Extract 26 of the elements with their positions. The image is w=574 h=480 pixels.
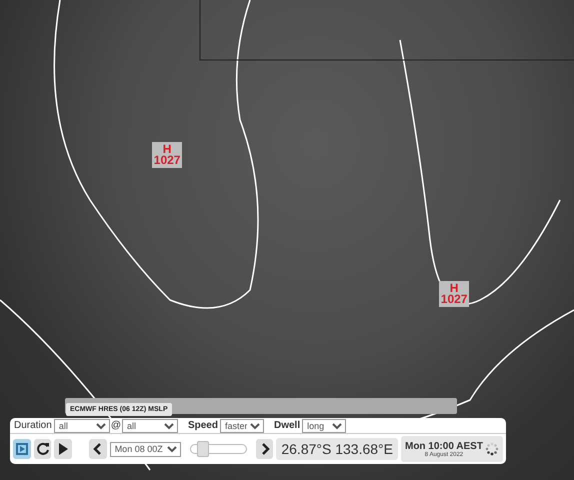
dwell-label: Dwell bbox=[274, 420, 300, 431]
chevron-left-icon bbox=[92, 443, 103, 455]
reload-icon bbox=[36, 442, 50, 456]
speed-label: Speed bbox=[188, 420, 218, 431]
speed-select[interactable]: faster bbox=[220, 418, 264, 432]
coordinates-readout: 26.87°S 133.68°E bbox=[276, 438, 398, 460]
play-button[interactable] bbox=[54, 439, 72, 459]
play-icon bbox=[56, 442, 70, 456]
at-select[interactable]: all bbox=[122, 418, 178, 432]
slider-thumb[interactable] bbox=[197, 441, 210, 457]
film-icon bbox=[14, 442, 29, 456]
dwell-select[interactable]: long bbox=[302, 418, 346, 432]
valid-time: Mon 10:00 AEST bbox=[404, 440, 483, 452]
next-button[interactable] bbox=[256, 439, 274, 459]
at-label: @ bbox=[110, 420, 121, 431]
duration-select[interactable]: all bbox=[54, 418, 110, 432]
previous-button[interactable] bbox=[89, 439, 107, 459]
time-slider[interactable] bbox=[190, 444, 247, 454]
chevron-right-icon bbox=[260, 443, 270, 455]
pressure-marker: H 1027 bbox=[152, 142, 182, 168]
frame-select[interactable]: Mon 08 00Z bbox=[110, 442, 181, 456]
reload-button[interactable] bbox=[34, 439, 52, 459]
loading-spinner-icon bbox=[484, 442, 499, 456]
duration-label: Duration bbox=[14, 420, 52, 431]
pressure-marker: H 1027 bbox=[439, 280, 470, 307]
animation-mode-button[interactable] bbox=[13, 439, 31, 459]
